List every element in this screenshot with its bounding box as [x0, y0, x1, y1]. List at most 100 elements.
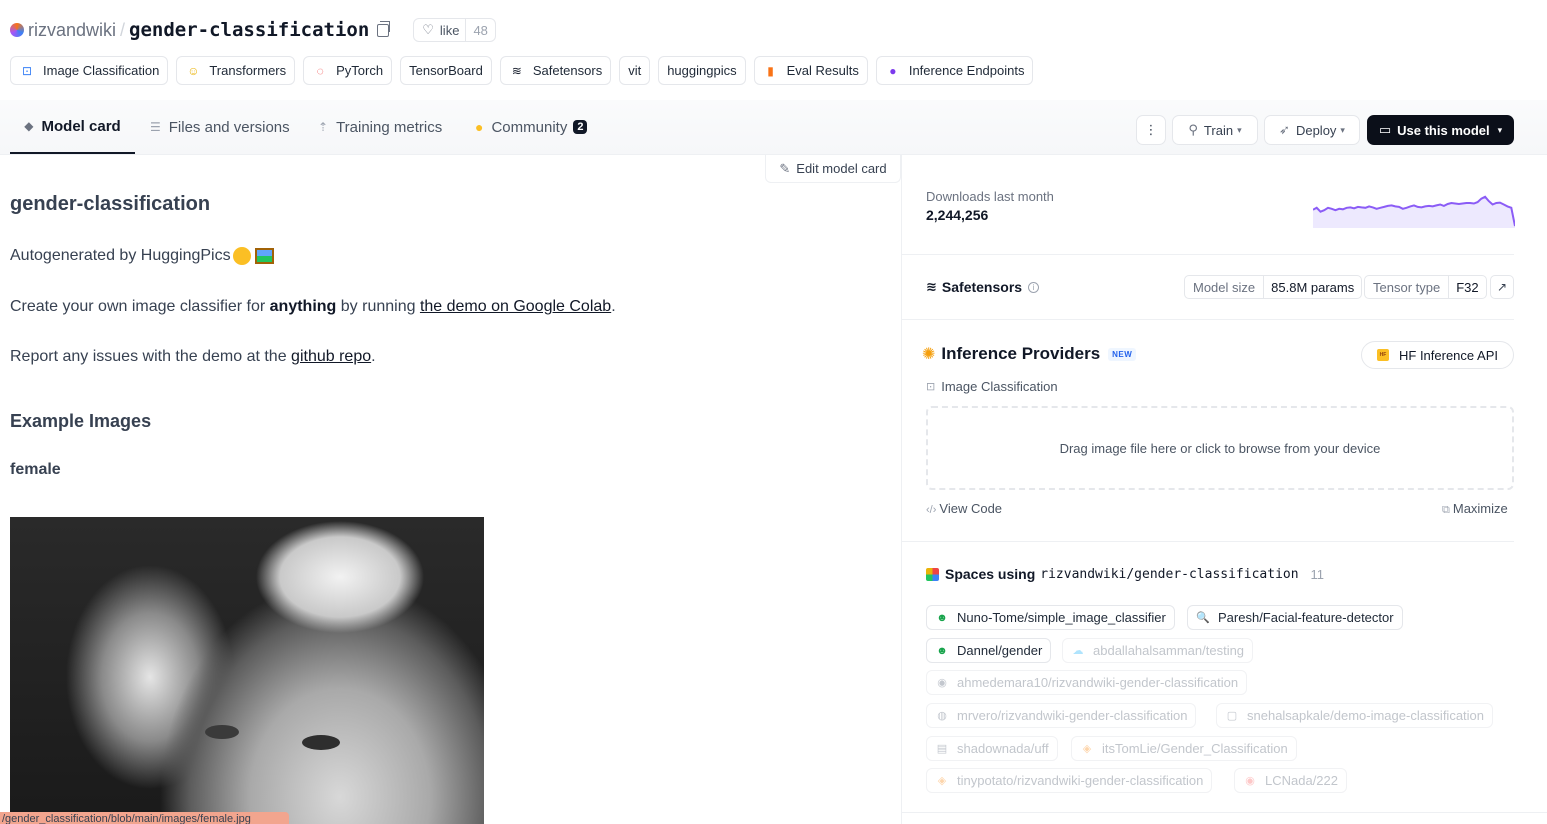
space-link[interactable]: ☻ Nuno-Tome/simple_image_classifier — [926, 605, 1175, 630]
metrics-icon: ⇡ — [318, 120, 329, 134]
community-count-badge: 2 — [573, 120, 588, 134]
use-this-model-button[interactable]: ▭ Use this model ▾ — [1367, 115, 1514, 145]
tensor-type-pill: Tensor type F32 — [1364, 275, 1487, 299]
tag-huggingpics[interactable]: huggingpics — [658, 56, 746, 85]
external-link-icon[interactable]: ↗ — [1490, 275, 1514, 299]
copy-icon[interactable] — [377, 20, 391, 37]
tag-eval-results[interactable]: ▮ Eval Results — [753, 56, 868, 85]
tag-pytorch[interactable]: ◌ PyTorch — [303, 56, 393, 85]
tab-training-metrics[interactable]: ⇡ Training metrics — [318, 100, 442, 154]
tag-vit[interactable]: vit — [619, 56, 651, 85]
link-status-bar: /gender_classification/blob/main/images/… — [0, 812, 289, 824]
maximize-label: Maximize — [1452, 501, 1508, 516]
demo-paragraph: Create your own image classifier for any… — [10, 298, 616, 316]
rocket-icon: ➶ — [1279, 122, 1290, 137]
space-link[interactable]: ◈ itsTomLie/Gender_Classification — [1071, 736, 1297, 761]
hf-inference-api-button[interactable]: HF HF Inference API — [1361, 341, 1514, 369]
section-divider — [901, 541, 1514, 542]
provider-label: HF Inference API — [1399, 347, 1498, 363]
space-label: Dannel/gender — [957, 643, 1043, 658]
owner-avatar[interactable] — [10, 23, 24, 37]
tag-label: Inference Endpoints — [908, 63, 1025, 78]
code-icon: ‹/› — [926, 504, 937, 516]
tab-files[interactable]: ☰ Files and versions — [150, 100, 290, 154]
maximize-button[interactable]: ⧉ Maximize — [1442, 501, 1508, 517]
space-link[interactable]: ◈ tinypotato/rizvandwiki-gender-classific… — [926, 768, 1213, 793]
space-icon: ▢ — [1226, 710, 1238, 722]
tag-tensorboard[interactable]: TensorBoard — [400, 56, 492, 85]
space-label: abdallahalsamman/testing — [1093, 643, 1245, 658]
text-span: Report any issues with the demo at the — [10, 348, 292, 365]
space-link[interactable]: ▤ shadownada/uff — [926, 736, 1058, 761]
layers-icon: ≋ — [511, 63, 522, 78]
path-separator: / — [120, 19, 126, 40]
space-icon: ◍ — [937, 710, 947, 722]
owner-link[interactable]: rizvandwiki — [28, 20, 116, 41]
downloads-sparkline — [1313, 195, 1515, 228]
monitor-icon: ▭ — [1378, 122, 1392, 137]
text-span: Create your own image classifier for — [10, 298, 270, 315]
use-model-label: Use this model — [1397, 122, 1490, 138]
space-icon: ☻ — [936, 644, 948, 657]
female-heading: female — [10, 461, 61, 478]
tag-image-classification[interactable]: ⊡ Image Classification — [10, 56, 169, 85]
spaces-grid-icon — [926, 567, 939, 581]
tab-community[interactable]: ● Community 2 — [475, 100, 588, 154]
tag-label: TensorBoard — [409, 63, 483, 78]
bar-chart-icon: ▮ — [767, 63, 774, 78]
tag-transformers[interactable]: ☺ Transformers — [176, 56, 296, 85]
tensor-type-key: Tensor type — [1365, 276, 1450, 298]
framed-picture-emoji-icon — [254, 248, 274, 264]
spaces-label: Spaces using — [945, 566, 1036, 582]
model-size-key: Model size — [1185, 276, 1265, 298]
more-options-button[interactable]: ⋮ — [1136, 115, 1166, 145]
safetensors-title: ≋ Safetensors i — [926, 279, 1040, 295]
space-icon: ◉ — [937, 677, 947, 689]
endpoints-icon: ● — [889, 63, 897, 78]
tag-label: Image Classification — [43, 63, 160, 78]
photo-detail — [302, 735, 340, 750]
space-link[interactable]: ◉ LCNada/222 — [1234, 768, 1347, 793]
space-label: LCNada/222 — [1265, 773, 1338, 788]
space-link[interactable]: 🔍 Paresh/Facial-feature-detector — [1187, 605, 1403, 630]
tab-model-card[interactable]: ◆ Model card — [10, 100, 135, 154]
edit-label: Edit model card — [796, 161, 887, 176]
issues-paragraph: Report any issues with the demo at the g… — [10, 348, 376, 366]
like-button[interactable]: ♡ like 48 — [413, 18, 496, 42]
repo-title-row: rizvandwiki / gender-classification ♡ li… — [10, 18, 496, 42]
deploy-button[interactable]: ➶ Deploy ▾ — [1264, 115, 1360, 145]
space-link[interactable]: ☁ abdallahalsamman/testing — [1062, 638, 1254, 663]
tab-label: Training metrics — [336, 118, 443, 136]
train-button[interactable]: ⚲ Train ▾ — [1172, 115, 1258, 145]
text-span: . — [611, 298, 616, 315]
tab-label: Files and versions — [168, 118, 290, 136]
image-dropzone[interactable]: Drag image file here or click to browse … — [926, 406, 1514, 490]
like-count[interactable]: 48 — [465, 19, 494, 41]
space-link[interactable]: ▢ snehalsapkale/demo-image-classification — [1216, 703, 1494, 728]
model-size-pill: Model size 85.8M params — [1184, 275, 1363, 299]
space-link[interactable]: ☻ Dannel/gender — [926, 638, 1052, 663]
spaces-repo-name: rizvandwiki/gender-classification — [1040, 566, 1299, 582]
safetensors-label[interactable]: Safetensors — [942, 279, 1022, 295]
tag-inference-endpoints[interactable]: ● Inference Endpoints — [875, 56, 1034, 85]
spaces-count: 11 — [1310, 566, 1325, 582]
female-example-image[interactable] — [10, 517, 484, 824]
github-repo-link[interactable]: github repo — [291, 348, 371, 365]
space-link[interactable]: ◍ mrvero/rizvandwiki-gender-classificatio… — [926, 703, 1197, 728]
space-label: tinypotato/rizvandwiki-gender-classifica… — [957, 773, 1204, 788]
view-code-button[interactable]: ‹/› View Code — [926, 501, 1002, 516]
more-icon: ⋮ — [1144, 122, 1158, 137]
colab-demo-link[interactable]: the demo on Google Colab — [420, 298, 611, 315]
hugging-face-emoji-icon — [232, 247, 251, 265]
edit-model-card-button[interactable]: ✎ Edit model card — [765, 155, 901, 183]
tab-label: Model card — [41, 117, 121, 135]
section-divider — [901, 812, 1547, 813]
train-label: Train — [1203, 122, 1234, 138]
space-link[interactable]: ◉ ahmedemara10/rizvandwiki-gender-classif… — [926, 670, 1248, 695]
info-icon[interactable]: i — [1028, 281, 1040, 293]
community-icon: ● — [475, 119, 484, 135]
section-divider — [901, 254, 1514, 255]
autogen-label: Autogenerated by HuggingPics — [10, 247, 231, 264]
tag-safetensors[interactable]: ≋ Safetensors — [499, 56, 612, 85]
repo-name[interactable]: gender-classification — [129, 19, 369, 41]
